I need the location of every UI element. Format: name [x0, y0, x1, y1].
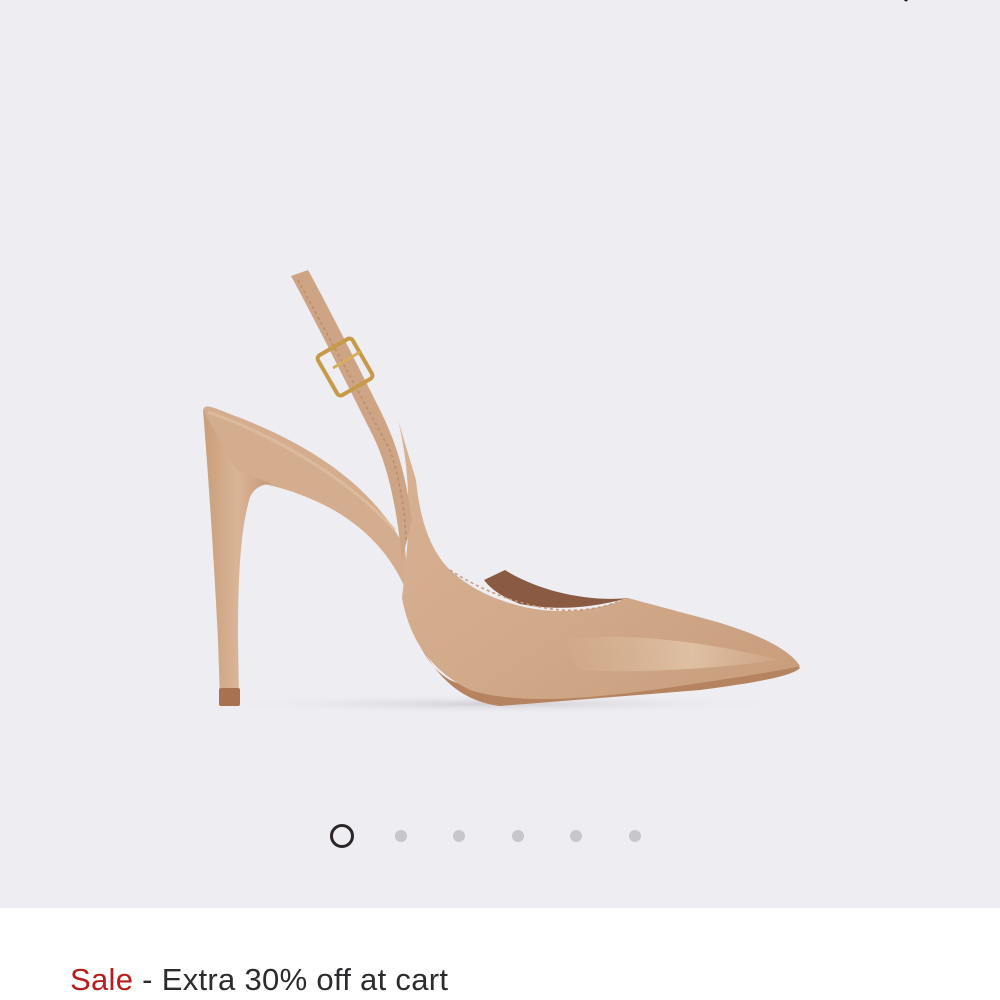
sale-label: Sale [70, 962, 134, 997]
carousel-dot-2[interactable] [395, 830, 407, 842]
promo-text: Extra 30% off at cart [161, 962, 449, 997]
carousel-dot-4[interactable] [512, 830, 524, 842]
heel-tip [219, 688, 240, 706]
carousel-dot-3[interactable] [453, 830, 465, 842]
carousel-dot-1[interactable] [330, 824, 354, 848]
carousel-dot-6[interactable] [629, 830, 641, 842]
product-image[interactable] [0, 0, 1000, 908]
promo-separator: - [142, 962, 153, 997]
promo-banner: Sale - Extra 30% off at cart [70, 962, 448, 998]
product-gallery[interactable] [0, 0, 1000, 908]
carousel-pagination [330, 824, 650, 848]
wishlist-button[interactable] [886, 0, 926, 16]
carousel-dot-5[interactable] [570, 830, 582, 842]
heart-icon [903, 0, 909, 2]
